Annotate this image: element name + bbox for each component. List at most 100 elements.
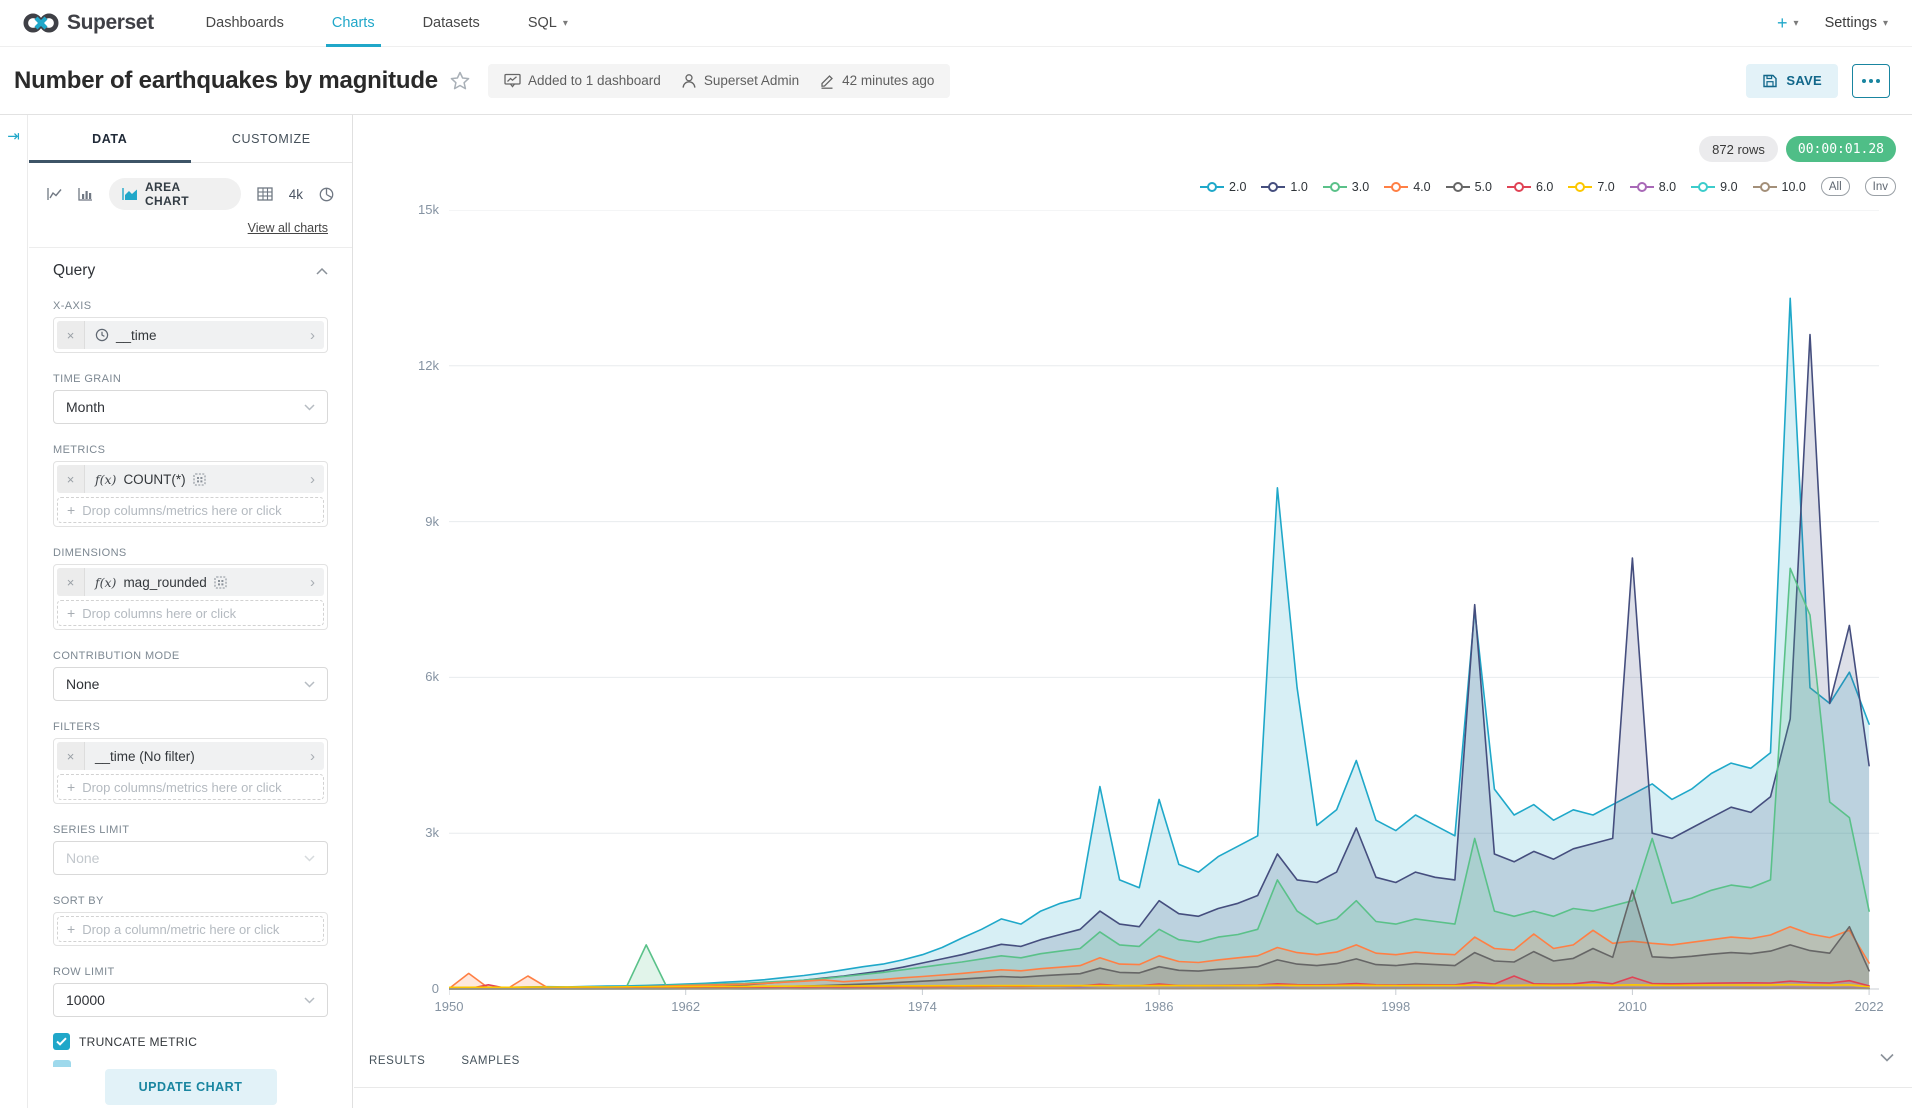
update-chart-button[interactable]: UPDATE CHART	[105, 1069, 277, 1105]
close-icon[interactable]: ×	[57, 742, 85, 770]
row-limit-select[interactable]: 10000	[53, 983, 328, 1017]
chevron-right-icon[interactable]: ›	[301, 471, 324, 488]
y-axis-tick-label: 3k	[384, 825, 439, 840]
legend-inv-button[interactable]: Inv	[1865, 177, 1896, 196]
field-label: X-AXIS	[53, 300, 328, 312]
query-section-title: Query	[53, 262, 95, 280]
save-button[interactable]: SAVE	[1746, 64, 1838, 98]
viz-type-switcher: AREA CHART 4k	[47, 177, 334, 211]
metrics-dropzone[interactable]: + Drop columns/metrics here or click	[57, 497, 324, 523]
pie-chart-icon[interactable]	[319, 187, 334, 202]
legend-item[interactable]: 5.0	[1446, 180, 1492, 194]
filter-pill[interactable]: × __time (No filter) ›	[57, 742, 324, 770]
page-title: Number of earthquakes by magnitude	[14, 67, 438, 95]
nav-item-datasets[interactable]: Datasets	[399, 0, 504, 47]
truncate-metric-checkbox[interactable]	[53, 1033, 70, 1050]
dashboards-badge[interactable]: Added to 1 dashboard	[504, 73, 661, 88]
sort-by-dropzone[interactable]: + Drop a column/metric here or click	[57, 916, 324, 942]
dimensions-dropzone[interactable]: + Drop columns here or click	[57, 600, 324, 626]
new-item-button[interactable]: + ▾	[1777, 13, 1799, 34]
legend-item[interactable]: 2.0	[1200, 180, 1246, 194]
legend-item[interactable]: 3.0	[1323, 180, 1369, 194]
section-row-limit: ROW LIMIT 10000	[53, 966, 328, 1017]
legend-item[interactable]: 8.0	[1630, 180, 1676, 194]
section-series-limit: SERIES LIMIT None	[53, 824, 328, 875]
plus-icon: +	[67, 921, 75, 937]
filters-dropzone[interactable]: + Drop columns/metrics here or click	[57, 774, 324, 800]
line-chart-icon[interactable]	[47, 187, 62, 201]
legend-item[interactable]: 4.0	[1384, 180, 1430, 194]
field-label: METRICS	[53, 444, 328, 456]
bar-chart-icon[interactable]	[78, 187, 93, 201]
chevron-right-icon[interactable]: ›	[301, 748, 324, 765]
series-limit-select[interactable]: None	[53, 841, 328, 875]
clock-icon	[95, 328, 109, 342]
legend-item[interactable]: 1.0	[1261, 180, 1307, 194]
owner-badge[interactable]: Superset Admin	[681, 73, 799, 89]
legend-all-button[interactable]: All	[1821, 177, 1850, 196]
legend-item[interactable]: 9.0	[1691, 180, 1737, 194]
x-axis-pill[interactable]: × __time ›	[57, 321, 324, 349]
x-axis-tick-label: 1986	[1124, 999, 1194, 1014]
tab-samples[interactable]: SAMPLES	[461, 1055, 520, 1067]
row-count-badge: 872 rows	[1699, 136, 1778, 162]
view-all-charts-link[interactable]: View all charts	[248, 221, 328, 235]
chart-header: Number of earthquakes by magnitude Added…	[0, 47, 1912, 115]
section-contribution-mode: CONTRIBUTION MODE None	[53, 650, 328, 701]
area-chart-plot[interactable]	[449, 210, 1879, 997]
section-x-axis: X-AXIS × __time ›	[53, 300, 328, 353]
caret-down-icon: ▾	[1794, 18, 1799, 29]
y-axis-tick-label: 12k	[384, 358, 439, 373]
chevron-down-icon	[304, 681, 315, 688]
nav-item-sql[interactable]: SQL ▾	[504, 0, 592, 47]
y-axis-tick-label: 6k	[384, 669, 439, 684]
section-dimensions: DIMENSIONS × f(x) mag_rounded › + Drop c…	[53, 547, 328, 630]
chevron-down-icon	[304, 855, 315, 862]
tab-results[interactable]: RESULTS	[369, 1055, 425, 1067]
chevron-right-icon[interactable]: ›	[301, 327, 324, 344]
results-tabs: RESULTS SAMPLES	[369, 1055, 520, 1067]
time-grain-select[interactable]: Month	[53, 390, 328, 424]
more-options-button[interactable]	[1852, 64, 1890, 98]
close-icon[interactable]: ×	[57, 568, 85, 596]
section-filters: FILTERS × __time (No filter) › + Drop co…	[53, 721, 328, 804]
close-icon[interactable]: ×	[57, 321, 85, 349]
legend-marker-icon	[1323, 182, 1347, 192]
area-chart-icon	[122, 187, 138, 201]
superset-logo[interactable]: Superset	[0, 11, 182, 35]
field-label: CONTRIBUTION MODE	[53, 650, 328, 662]
table-icon[interactable]	[257, 187, 273, 201]
collapse-results-chevron-icon[interactable]	[1880, 1053, 1894, 1062]
pencil-icon	[819, 73, 835, 89]
settings-menu[interactable]: Settings ▾	[1825, 15, 1888, 31]
y-axis-tick-label: 0	[384, 981, 439, 996]
contribution-mode-select[interactable]: None	[53, 667, 328, 701]
field-label: SERIES LIMIT	[53, 824, 328, 836]
legend-marker-icon	[1261, 182, 1285, 192]
legend-item[interactable]: 7.0	[1568, 180, 1614, 194]
section-sort-by: SORT BY + Drop a column/metric here or c…	[53, 895, 328, 946]
tab-data[interactable]: DATA	[29, 115, 191, 162]
tab-customize[interactable]: CUSTOMIZE	[191, 115, 353, 162]
chevron-up-icon[interactable]	[316, 268, 328, 275]
favorite-star-icon[interactable]	[450, 71, 470, 91]
legend-item[interactable]: 10.0	[1753, 180, 1806, 194]
viz-type-4k[interactable]: 4k	[289, 187, 303, 202]
dashboard-icon	[504, 73, 521, 88]
column-grid-icon	[193, 473, 206, 486]
y-axis-tick-label: 9k	[384, 514, 439, 529]
collapse-panel-icon[interactable]: ⇥	[0, 127, 27, 145]
metric-pill[interactable]: × f(x) COUNT(*) ›	[57, 465, 324, 493]
partial-checkbox[interactable]	[53, 1060, 71, 1067]
close-icon[interactable]: ×	[57, 465, 85, 493]
viz-type-selected-area-chart[interactable]: AREA CHART	[109, 178, 241, 210]
legend-item[interactable]: 6.0	[1507, 180, 1553, 194]
nav-item-dashboards[interactable]: Dashboards	[182, 0, 308, 47]
last-modified-badge[interactable]: 42 minutes ago	[819, 73, 934, 89]
superset-infinity-icon	[22, 11, 60, 35]
chart-pane: 872 rows 00:00:01.28 2.0 1.0 3.0 4.0 5.0…	[354, 115, 1912, 1108]
dimension-pill[interactable]: × f(x) mag_rounded ›	[57, 568, 324, 596]
save-icon	[1762, 73, 1778, 89]
chevron-right-icon[interactable]: ›	[301, 574, 324, 591]
nav-item-charts[interactable]: Charts	[308, 0, 399, 47]
